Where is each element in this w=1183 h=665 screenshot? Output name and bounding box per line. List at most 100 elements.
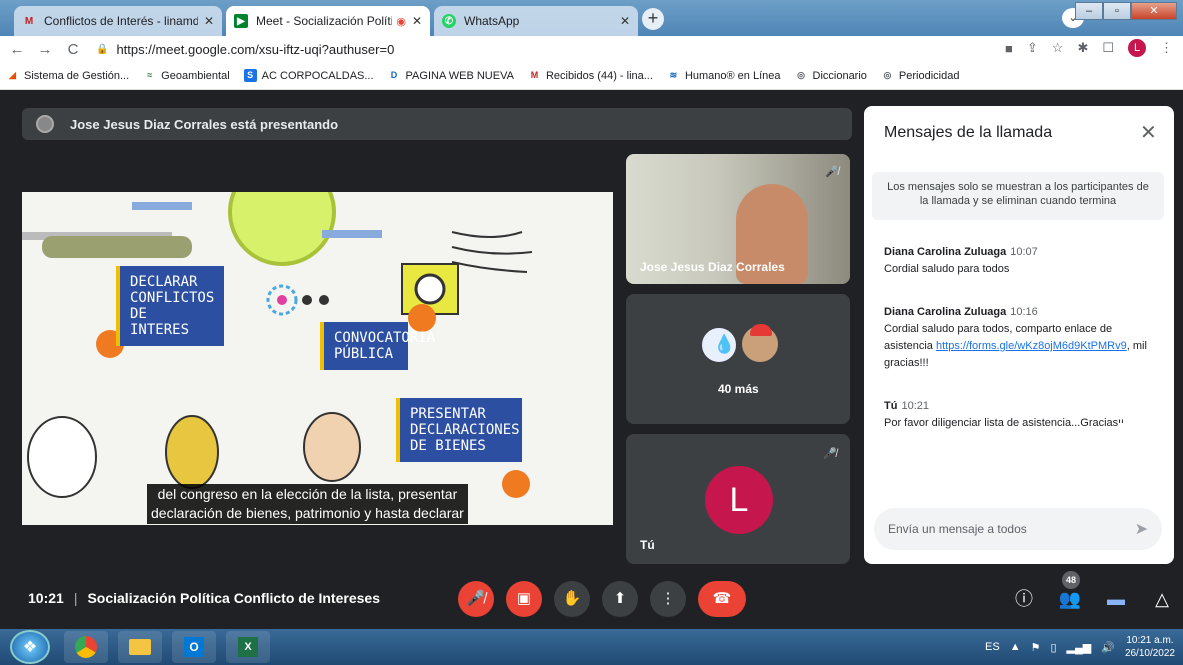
taskbar-explorer[interactable]	[118, 631, 162, 663]
present-button[interactable]: ⬆	[602, 581, 638, 617]
tab-title: Conflictos de Interés - linamdaza	[44, 14, 198, 28]
taskbar-excel[interactable]: X	[226, 631, 270, 663]
bookmark-item[interactable]: ◎ Diccionario	[795, 69, 867, 82]
bookmark-item[interactable]: ≋ Humano® en Línea	[667, 69, 781, 82]
more-participants-tile[interactable]: 💧 40 más	[626, 294, 850, 424]
outlook-icon: O	[184, 637, 204, 657]
tab-title: WhatsApp	[464, 14, 520, 28]
close-tab-icon[interactable]: ✕	[204, 14, 214, 28]
close-tab-icon[interactable]: ✕	[620, 14, 630, 28]
flag-icon[interactable]: ⚑	[1031, 641, 1041, 654]
bookmark-label: AC CORPOCALDAS...	[261, 69, 374, 82]
bookmark-item[interactable]: M Recibidos (44) - lina...	[528, 69, 653, 82]
raise-hand-button[interactable]: ✋	[554, 581, 590, 617]
windows-logo-icon: ❖	[22, 639, 38, 656]
activities-icon: △	[1155, 589, 1169, 609]
taskbar-chrome[interactable]	[64, 631, 108, 663]
bookmark-item[interactable]: D PAGINA WEB NUEVA	[388, 69, 514, 82]
message-text: Cordial saludo para todos, comparto enla…	[884, 321, 1164, 372]
live-caption: del congreso en la elección de la lista,…	[147, 484, 468, 524]
extensions-icon[interactable]: ✱	[1077, 40, 1088, 56]
mic-toggle-button[interactable]: 🎤̸	[458, 581, 494, 617]
volume-icon[interactable]: 🔊	[1101, 641, 1115, 654]
chat-button[interactable]: ▬	[1102, 585, 1130, 613]
tray-expand-icon[interactable]: ▲	[1010, 641, 1021, 653]
battery-icon[interactable]: ▯	[1050, 641, 1056, 654]
water-drop-icon: 💧	[713, 334, 736, 354]
share-icon[interactable]: ⇪	[1027, 40, 1038, 56]
camera-toggle-button[interactable]: ▣	[506, 581, 542, 617]
clock[interactable]: 10:21 a.m. 26/10/2022	[1125, 634, 1175, 660]
bookmark-item[interactable]: ◎ Periodicidad	[881, 69, 960, 82]
presenter-video-tile[interactable]: 🎤̸ Jose Jesus Diaz Corrales	[626, 154, 850, 284]
toolbar-actions: ■ ⇪ ☆ ✱ ☐ L ⋮	[1005, 39, 1173, 57]
meeting-details-button[interactable]: ⓘ	[1010, 585, 1038, 613]
meet-icon: ▶	[234, 14, 248, 28]
window-controls: – ▫ ✕	[1075, 2, 1177, 20]
bookmark-icon: S	[243, 69, 257, 82]
bookmark-label: Periodicidad	[898, 69, 960, 82]
message-text: Cordial saludo para todos	[884, 263, 1010, 275]
more-vert-icon: ⋮	[660, 590, 676, 607]
reload-icon[interactable]: C	[62, 41, 84, 58]
bookmark-item[interactable]: ◢ Sistema de Gestión...	[6, 69, 129, 82]
tab-gmail[interactable]: M Conflictos de Interés - linamdaza ✕	[14, 6, 222, 36]
call-controls: 🎤̸ ▣ ✋ ⬆ ⋮ ☎	[458, 581, 746, 617]
folder-icon	[129, 639, 151, 655]
more-options-button[interactable]: ⋮	[650, 581, 686, 617]
bookmark-item[interactable]: ≈ Geoambiental	[143, 69, 229, 82]
presenter-avatar	[36, 115, 54, 133]
presenter-banner: Jose Jesus Diaz Corrales está presentand…	[22, 108, 852, 140]
back-icon[interactable]: ←	[6, 41, 28, 58]
close-icon[interactable]: ✕	[1140, 120, 1157, 145]
profile-avatar[interactable]: L	[1128, 39, 1146, 57]
attendance-link[interactable]: https://forms.gle/wKz8ojM6d9KtPMRv9	[936, 340, 1127, 352]
maximize-button[interactable]: ▫	[1103, 2, 1131, 20]
message-sender: Diana Carolina Zuluaga	[884, 246, 1007, 258]
info-icon: ⓘ	[1015, 589, 1033, 609]
camera-icon[interactable]: ■	[1005, 41, 1013, 56]
chat-message: Diana Carolina Zuluaga 10:07 Cordial salu…	[884, 244, 1164, 278]
menu-icon[interactable]: ⋮	[1160, 40, 1173, 56]
present-screen-icon: ⬆	[613, 590, 627, 607]
windows-taskbar: ❖ O X ES ▲ ⚑ ▯ ▂▄▆ 🔊 10:21 a.m. 26/10/20…	[0, 629, 1183, 665]
globe-icon: ◎	[797, 70, 805, 80]
bookmark-icon: ◢	[9, 70, 16, 80]
tab-meet[interactable]: ▶ Meet - Socialización Política ◉ ✕	[226, 6, 430, 36]
recording-icon: ◉	[396, 15, 406, 28]
leave-call-button[interactable]: ☎	[698, 581, 746, 617]
minimize-button[interactable]: –	[1075, 2, 1103, 20]
close-window-button[interactable]: ✕	[1131, 2, 1177, 20]
tab-whatsapp[interactable]: ✆ WhatsApp ✕	[434, 6, 638, 36]
message-time: 10:07	[1010, 246, 1038, 258]
globe-icon: ◎	[883, 70, 892, 80]
sidepanel-icon[interactable]: ☐	[1102, 40, 1114, 56]
address-bar[interactable]: 🔒 https://meet.google.com/xsu-iftz-uqi?a…	[96, 42, 394, 57]
camera-off-icon: ▣	[516, 590, 532, 607]
bookmark-icon: ≈	[147, 70, 153, 80]
hang-up-icon: ☎	[712, 590, 732, 607]
system-tray: ES ▲ ⚑ ▯ ▂▄▆ 🔊 10:21 a.m. 26/10/2022	[985, 629, 1175, 665]
meeting-info: 10:21 | Socialización Política Conflicto…	[28, 590, 380, 606]
message-time: 10:16	[1010, 306, 1038, 318]
new-tab-button[interactable]: +	[642, 8, 664, 30]
close-tab-icon[interactable]: ✕	[412, 14, 422, 28]
message-sender: Tú	[884, 400, 898, 412]
language-indicator[interactable]: ES	[985, 641, 1000, 653]
send-icon[interactable]: ➤	[1135, 519, 1148, 539]
self-avatar: L	[705, 466, 773, 534]
presentation-slide: DECLARAR CONFLICTOS DE INTERES CONVOCATO…	[22, 192, 613, 525]
people-count-badge: 48	[1062, 571, 1080, 589]
activities-button[interactable]: △	[1148, 585, 1176, 613]
meeting-time: 10:21	[28, 590, 64, 606]
chat-message: Tú 10:21 Por favor diligenciar lista de a…	[884, 398, 1164, 432]
people-button[interactable]: 48 👥	[1056, 571, 1084, 613]
signal-icon[interactable]: ▂▄▆	[1067, 641, 1092, 654]
presenter-text: Jose Jesus Diaz Corrales está presentand…	[70, 116, 339, 132]
bookmark-item[interactable]: S AC CORPOCALDAS...	[243, 69, 374, 82]
taskbar-outlook[interactable]: O	[172, 631, 216, 663]
start-button[interactable]: ❖	[10, 630, 50, 664]
bookmark-star-icon[interactable]: ☆	[1052, 40, 1064, 56]
chat-input[interactable]: Envía un mensaje a todos ➤	[874, 508, 1162, 550]
forward-icon[interactable]: →	[34, 41, 56, 58]
